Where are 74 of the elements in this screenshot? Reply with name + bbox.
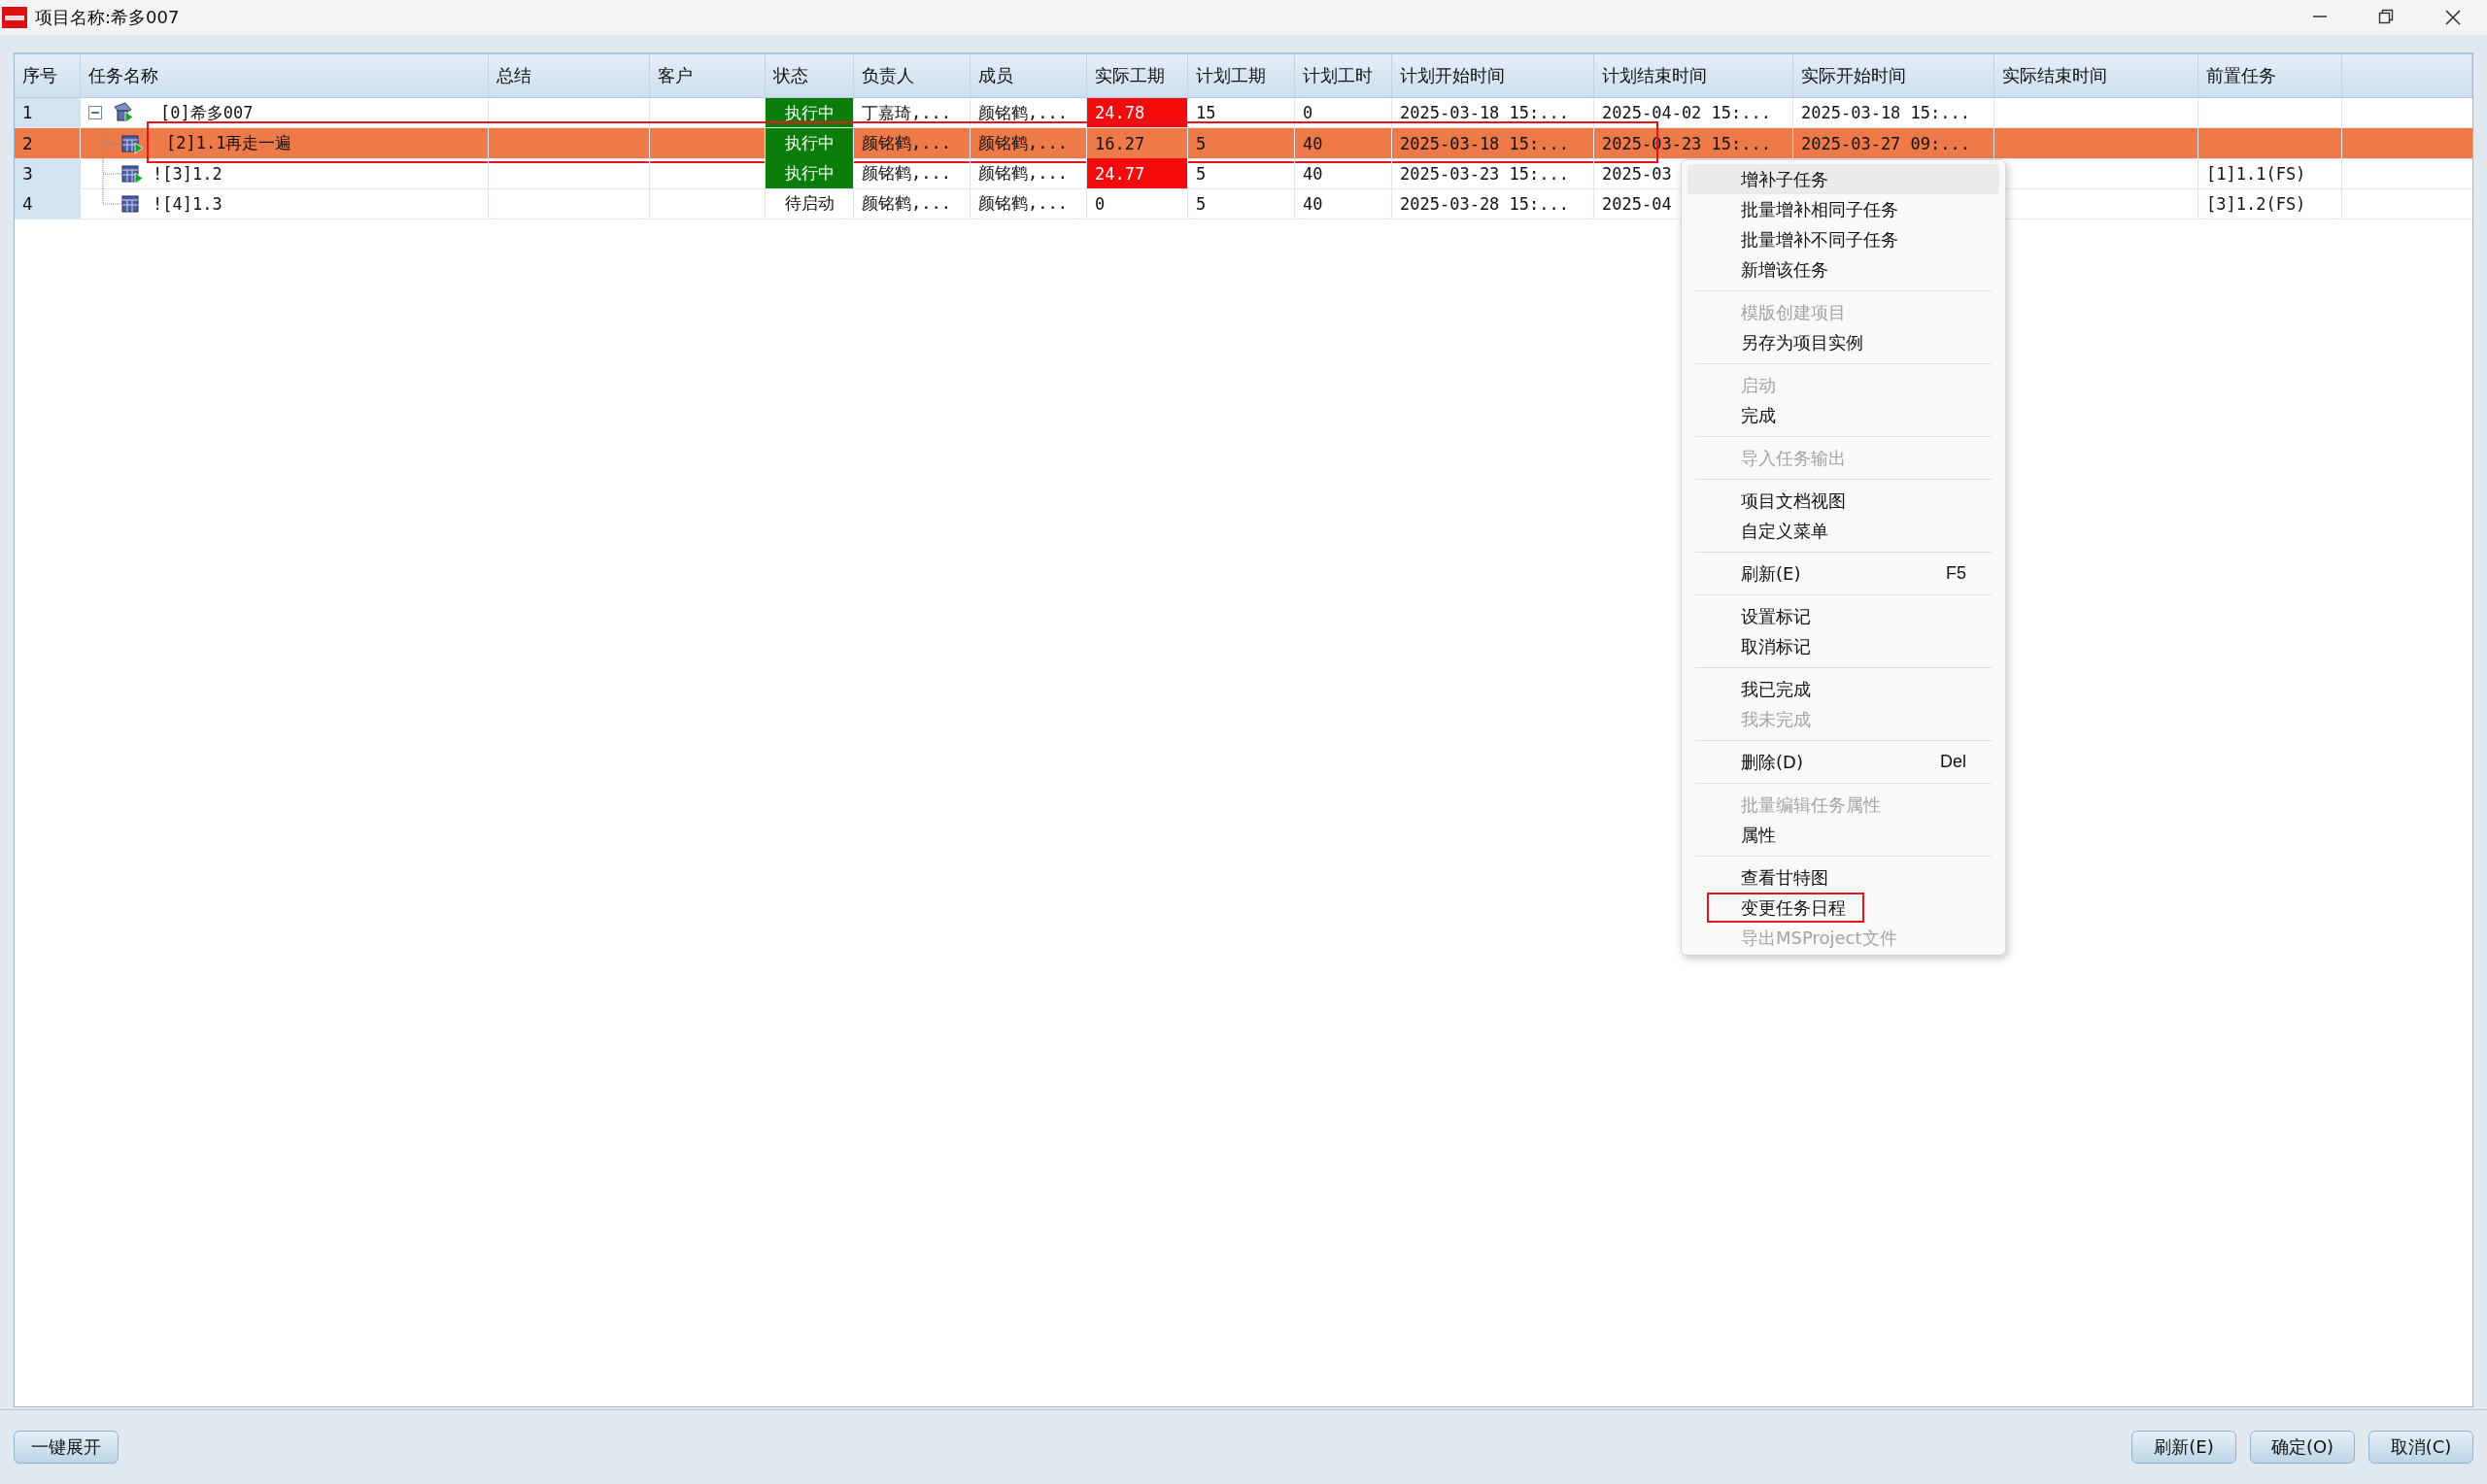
menu-item[interactable]: 刷新(E) F5 <box>1687 558 1999 589</box>
table-cell: 颜铭鹤,... <box>971 188 1087 219</box>
row-number: 3 <box>15 158 81 189</box>
status-cell: 执行中 <box>766 98 854 128</box>
menu-item[interactable]: 项目文档视图 <box>1687 486 1999 516</box>
table-cell: 0 <box>1087 188 1188 219</box>
menu-item[interactable]: 增补子任务 <box>1687 164 1999 194</box>
column-header[interactable]: 序号 <box>15 54 81 97</box>
column-header[interactable]: 实际工期 <box>1087 54 1188 97</box>
table-cell: 5 <box>1188 188 1295 219</box>
column-header[interactable]: 任务名称 <box>81 54 489 97</box>
table-cell: 颜铭鹤,... <box>971 128 1087 159</box>
footer-button[interactable]: 确定(O) <box>2250 1431 2355 1464</box>
shortcut-label: F5 <box>1946 563 1966 584</box>
menu-item[interactable]: 完成 <box>1687 400 1999 430</box>
task-name[interactable]: [0]希多007 <box>160 101 254 124</box>
table-cell: [1]1.1(FS) <box>2198 158 2342 189</box>
menu-item[interactable]: 另存为项目实例 <box>1687 327 1999 357</box>
column-header[interactable]: 状态 <box>766 54 854 97</box>
menu-item[interactable]: 变更任务日程 <box>1687 893 1999 923</box>
column-header[interactable]: 总结 <box>489 54 650 97</box>
collapse-icon[interactable] <box>88 106 102 119</box>
column-header[interactable]: 计划工时 <box>1295 54 1392 97</box>
footer-button[interactable]: 刷新(E) <box>2131 1431 2236 1464</box>
window-title: 项目名称:希多007 <box>35 6 180 29</box>
table-cell: 颜铭鹤,... <box>854 188 971 219</box>
close-icon[interactable] <box>2444 9 2462 26</box>
column-header[interactable]: 成员 <box>971 54 1087 97</box>
menu-item[interactable]: 删除(D) Del <box>1687 747 1999 777</box>
expand-all-button[interactable]: 一键展开 <box>14 1431 119 1464</box>
table-cell: 2025-03-23 15:... <box>1392 158 1594 189</box>
row-number: 2 <box>15 128 81 159</box>
column-header[interactable]: 计划结束时间 <box>1594 54 1793 97</box>
table-cell: 颜铭鹤,... <box>854 128 971 159</box>
menu-item[interactable]: 批量增补不同子任务 <box>1687 224 1999 254</box>
table-cell: 24.78 <box>1087 98 1188 128</box>
status-cell: 待启动 <box>766 188 854 219</box>
menu-item[interactable]: 自定义菜单 <box>1687 516 1999 546</box>
table-cell: 2025-03-23 15:... <box>1594 128 1793 159</box>
column-header[interactable]: 负责人 <box>854 54 971 97</box>
table-cell: 16.27 <box>1087 128 1188 159</box>
menu-item[interactable]: 我已完成 <box>1687 674 1999 704</box>
table-cell: 40 <box>1295 158 1392 189</box>
table-cell: 5 <box>1188 158 1295 189</box>
menu-item[interactable]: 新增该任务 <box>1687 254 1999 285</box>
column-header[interactable]: 实际结束时间 <box>1994 54 2198 97</box>
tree-line <box>102 128 121 158</box>
table-cell: 2025-03-28 15:... <box>1392 188 1594 219</box>
column-header[interactable]: 计划开始时间 <box>1392 54 1594 97</box>
status-cell: 执行中 <box>766 158 854 189</box>
column-header[interactable]: 前置任务 <box>2198 54 2342 97</box>
status-cell: 执行中 <box>766 128 854 159</box>
restore-icon[interactable] <box>2378 9 2394 24</box>
footer-button[interactable]: 取消(C) <box>2368 1431 2473 1464</box>
table-cell: 24.77 <box>1087 158 1188 189</box>
menu-item[interactable]: 取消标记 <box>1687 631 1999 661</box>
column-header[interactable]: 计划工期 <box>1188 54 1295 97</box>
table-cell: 5 <box>1188 128 1295 159</box>
table-cell: [3]1.2(FS) <box>2198 188 2342 219</box>
table-cell: 颜铭鹤,... <box>854 158 971 189</box>
row-number: 4 <box>15 188 81 219</box>
table-cell: 40 <box>1295 128 1392 159</box>
table-cell: 2025-03-18 15:... <box>1392 128 1594 159</box>
menu-item[interactable]: 属性 <box>1687 820 1999 850</box>
table-cell: 40 <box>1295 188 1392 219</box>
menu-item[interactable]: 设置标记 <box>1687 601 1999 631</box>
row-number: 1 <box>15 98 81 128</box>
menu-item[interactable]: 查看甘特图 <box>1687 862 1999 893</box>
table-cell: 2025-03-27 09:... <box>1793 128 1994 159</box>
column-header[interactable]: 实际开始时间 <box>1793 54 1994 97</box>
shortcut-label: Del <box>1940 752 1966 772</box>
task-name[interactable]: ![4]1.3 <box>153 193 222 214</box>
column-header[interactable]: 客户 <box>650 54 766 97</box>
task-name[interactable]: ![3]1.2 <box>153 163 222 184</box>
